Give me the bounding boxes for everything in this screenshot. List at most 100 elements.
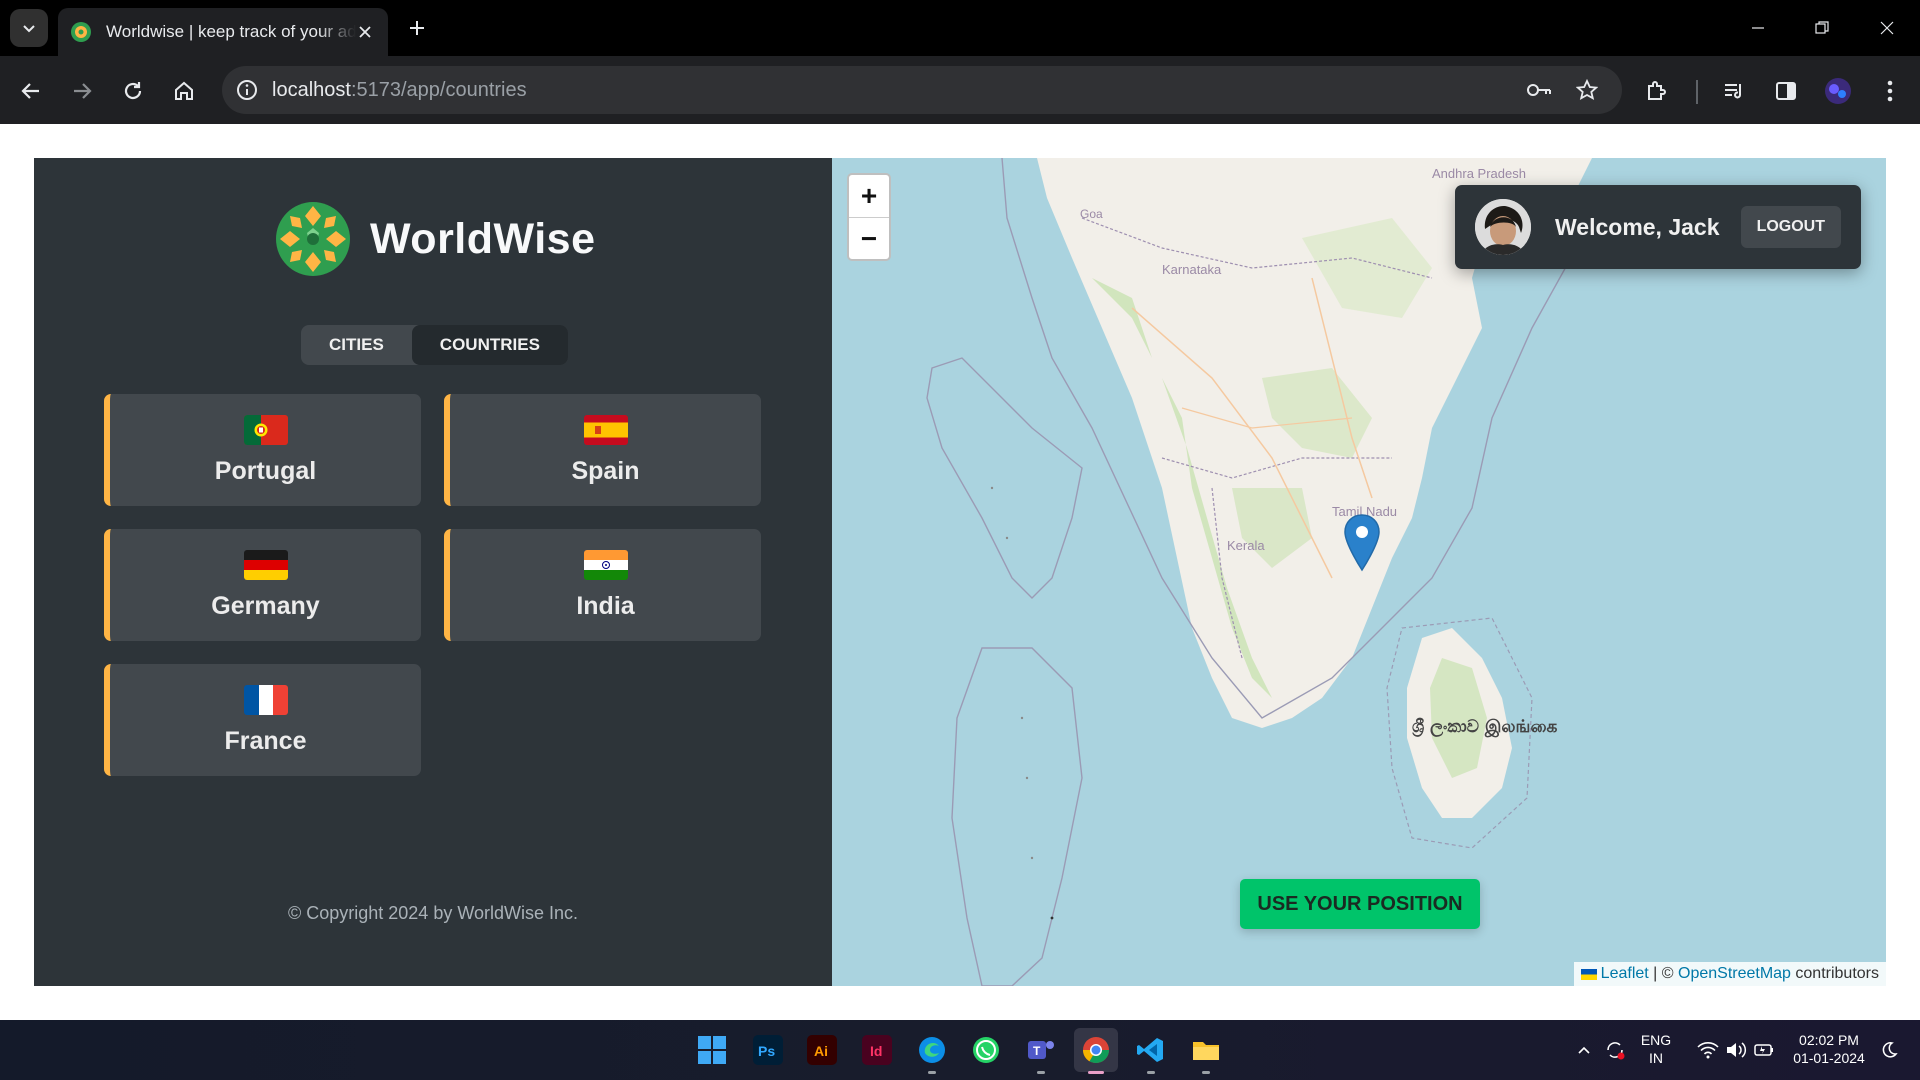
illustrator-icon: Ai [807, 1035, 837, 1065]
back-button[interactable] [13, 73, 49, 109]
chevron-up-icon [1578, 1046, 1590, 1054]
restore-window-button[interactable] [1804, 12, 1840, 44]
notifications-button[interactable] [1874, 1028, 1904, 1072]
whatsapp-icon [973, 1037, 999, 1063]
svg-text:Id: Id [870, 1043, 882, 1059]
taskbar-photoshop[interactable]: Ps [746, 1028, 790, 1072]
sync-status-icon[interactable] [1600, 1028, 1630, 1072]
taskbar-file-explorer[interactable] [1184, 1028, 1228, 1074]
url-path: :5173/app/countries [350, 78, 527, 101]
page-viewport: WorldWise CITIES COUNTRIES Portugal Spai… [0, 124, 1920, 1020]
taskbar-chrome[interactable] [1074, 1028, 1118, 1074]
site-info-icon[interactable] [222, 66, 272, 114]
zoom-in-button[interactable]: + [849, 175, 889, 217]
browser-tab-strip: Worldwise | keep track of your adventure… [0, 0, 1920, 56]
map-marker-icon[interactable] [1342, 513, 1382, 573]
welcome-text: Welcome, Jack [1555, 213, 1720, 240]
taskbar-indesign[interactable]: Id [855, 1028, 899, 1072]
chrome-icon [1082, 1037, 1110, 1064]
minimize-window-button[interactable] [1740, 12, 1776, 44]
password-key-icon[interactable] [1522, 73, 1556, 107]
moon-icon [1882, 1042, 1898, 1058]
edge-icon [919, 1037, 945, 1063]
chevron-down-icon [23, 25, 35, 33]
zoom-out-button[interactable]: − [849, 217, 889, 259]
taskbar-whatsapp[interactable] [964, 1028, 1008, 1072]
tab-countries[interactable]: COUNTRIES [411, 325, 568, 365]
back-arrow-icon [21, 83, 39, 99]
profile-avatar-button[interactable] [1820, 73, 1856, 109]
user-avatar [1475, 199, 1531, 255]
tab-cities[interactable]: CITIES [301, 325, 412, 365]
copyright-text: © Copyright 2024 by WorldWise Inc. [287, 903, 579, 923]
running-indicator [928, 1071, 936, 1074]
side-panel-button[interactable] [1768, 73, 1804, 109]
map-label-goa: Goa [1080, 207, 1103, 221]
svg-text:Ai: Ai [814, 1043, 828, 1059]
browser-tab-active[interactable]: Worldwise | keep track of your adventure… [58, 8, 388, 56]
country-card-germany[interactable]: Germany [104, 529, 421, 641]
show-hidden-icons-button[interactable] [1570, 1028, 1598, 1072]
germany-flag-icon [243, 549, 288, 580]
openstreetmap-link[interactable]: OpenStreetMap [1678, 965, 1791, 983]
profile-avatar-icon [1825, 78, 1851, 104]
plus-icon [410, 21, 424, 35]
media-control-button[interactable] [1716, 73, 1752, 109]
country-card-portugal[interactable]: Portugal [104, 394, 421, 506]
battery-icon [1754, 1044, 1773, 1056]
country-card-india[interactable]: India [444, 529, 761, 641]
ukraine-flag-icon [1580, 968, 1597, 980]
new-tab-button[interactable] [402, 13, 432, 43]
close-tab-icon[interactable] [354, 21, 376, 43]
forward-button[interactable] [64, 73, 100, 109]
country-name: France [224, 726, 307, 755]
side-panel-icon [1776, 82, 1796, 100]
sidebar: WorldWise CITIES COUNTRIES Portugal Spai… [34, 158, 832, 986]
start-button[interactable] [690, 1028, 734, 1072]
folder-icon [1193, 1042, 1219, 1060]
clock[interactable]: 02:02 PM 01-01-2024 [1786, 1031, 1872, 1067]
app-logo[interactable]: WorldWise [274, 200, 596, 278]
country-name: India [576, 591, 635, 620]
portugal-flag-icon [243, 414, 288, 445]
taskbar-illustrator[interactable]: Ai [800, 1028, 844, 1072]
country-name: Spain [571, 456, 640, 485]
network-volume-battery-group[interactable] [1688, 1028, 1784, 1072]
clock-time: 02:02 PM [1799, 1032, 1859, 1048]
media-queue-icon [1725, 84, 1741, 99]
worldwise-logo-icon [276, 202, 350, 276]
reload-icon [124, 82, 142, 100]
map-label-kerala: Kerala [1227, 538, 1265, 553]
country-name: Germany [211, 591, 320, 620]
browser-menu-button[interactable] [1872, 73, 1908, 109]
country-card-france[interactable]: France [104, 664, 421, 776]
close-icon [1880, 21, 1894, 35]
map-container[interactable]: Andhra Pradesh Goa Karnataka Tamil Nadu … [832, 158, 1886, 986]
france-flag-icon [243, 684, 288, 715]
svg-text:T: T [1033, 1044, 1041, 1058]
forward-arrow-icon [74, 83, 92, 99]
active-indicator [1088, 1071, 1104, 1074]
country-name: Portugal [214, 456, 317, 485]
taskbar-teams[interactable]: T [1019, 1028, 1063, 1074]
teams-icon: T [1028, 1041, 1054, 1059]
leaflet-link[interactable]: Leaflet [1601, 965, 1649, 983]
home-button[interactable] [166, 73, 202, 109]
puzzle-icon [1648, 81, 1666, 100]
logout-button[interactable]: LOGOUT [1740, 206, 1841, 248]
language-indicator[interactable]: ENG IN [1634, 1031, 1678, 1067]
use-position-button[interactable]: USE YOUR POSITION [1240, 879, 1480, 929]
address-bar[interactable]: localhost:5173/app/countries [222, 66, 1622, 114]
close-window-button[interactable] [1869, 12, 1905, 44]
app-nav-tabs: CITIES COUNTRIES [301, 325, 568, 365]
bookmark-star-icon[interactable] [1570, 73, 1604, 107]
running-indicator [1037, 1071, 1045, 1074]
extensions-button[interactable] [1639, 73, 1675, 109]
tab-search-button[interactable] [10, 9, 48, 47]
reload-button[interactable] [115, 73, 151, 109]
india-flag-icon [583, 549, 628, 580]
taskbar-edge[interactable] [910, 1028, 954, 1074]
language-code: ENG [1640, 1032, 1672, 1048]
taskbar-vscode[interactable] [1129, 1028, 1173, 1074]
country-card-spain[interactable]: Spain [444, 394, 761, 506]
